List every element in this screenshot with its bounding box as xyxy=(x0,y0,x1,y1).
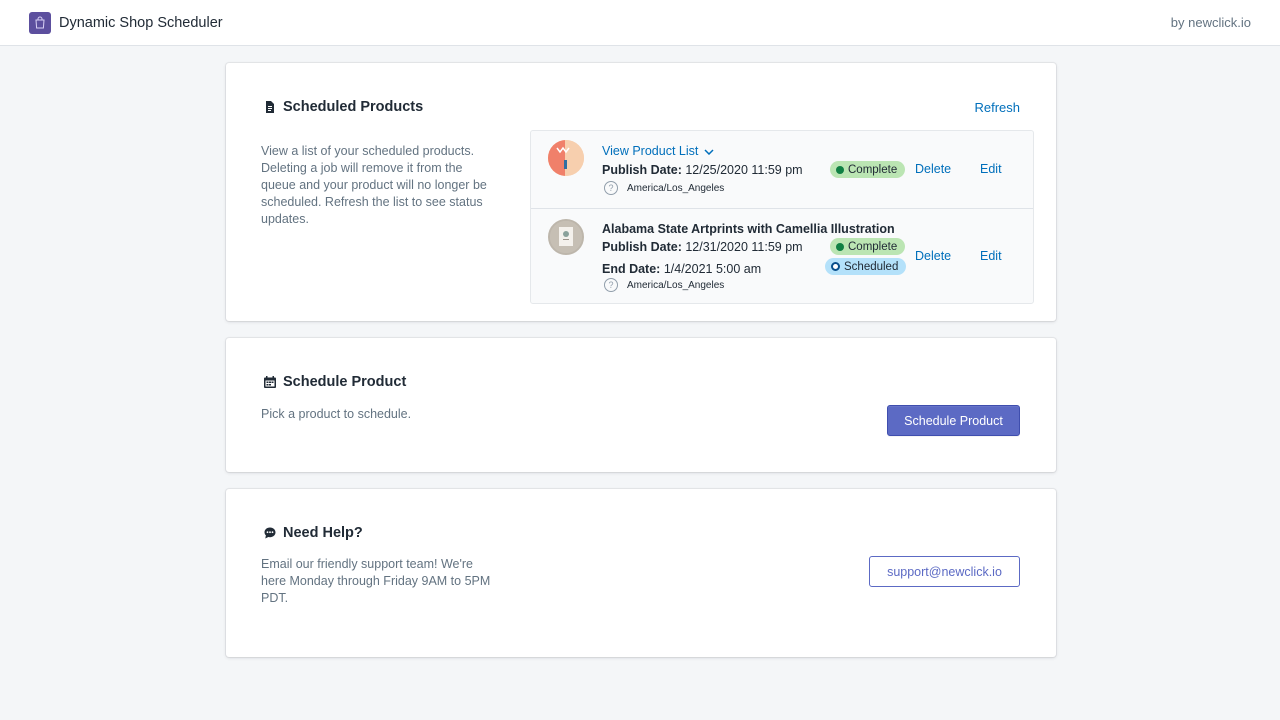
schedule-product-heading: Schedule Product xyxy=(264,374,406,390)
schedule-product-description: Pick a product to schedule. xyxy=(261,407,412,421)
status-badge-end: Scheduled xyxy=(825,258,907,275)
byline: by newclick.io xyxy=(1170,15,1251,30)
chat-bubble-icon xyxy=(264,527,276,539)
view-product-list-link[interactable]: View Product List xyxy=(602,144,714,158)
schedule-product-title: Schedule Product xyxy=(283,374,407,390)
publish-date: Publish Date: 12/31/2020 11:59 pm xyxy=(602,240,803,254)
status-dot-icon xyxy=(836,165,844,174)
publish-date-label: Publish Date: xyxy=(602,240,686,254)
publish-date-label: Publish Date: xyxy=(602,163,686,177)
timezone-value: America/Los_Angeles xyxy=(627,279,725,291)
delete-button[interactable]: Delete xyxy=(915,162,951,176)
support-email-button[interactable]: support@newclick.io xyxy=(869,556,1020,587)
chevron-down-icon xyxy=(704,144,714,158)
scheduled-products-list: View Product List Publish Date: 12/25/20… xyxy=(530,130,1034,304)
scheduled-products-heading: Scheduled Products xyxy=(264,99,423,115)
publish-date-value: 12/31/2020 11:59 pm xyxy=(685,240,803,254)
app-title: Dynamic Shop Scheduler xyxy=(59,14,223,31)
help-heading: Need Help? xyxy=(264,525,363,541)
status-badge-label: Scheduled xyxy=(844,260,899,273)
top-bar: Dynamic Shop Scheduler by newclick.io xyxy=(0,0,1280,46)
status-ring-icon xyxy=(831,262,840,271)
edit-button[interactable]: Edit xyxy=(980,249,1002,263)
status-badge-label: Complete xyxy=(848,163,898,176)
scheduled-products-description: View a list of your scheduled products. … xyxy=(261,144,487,226)
refresh-button[interactable]: Refresh xyxy=(974,100,1020,115)
product-title: Alabama State Artprints with Camellia Il… xyxy=(602,222,895,236)
question-mark-icon[interactable]: ? xyxy=(604,181,618,195)
question-mark-icon[interactable]: ? xyxy=(604,278,618,292)
timezone-value: America/Los_Angeles xyxy=(627,182,725,194)
status-dot-icon xyxy=(836,242,844,251)
product-thumbnail xyxy=(548,219,584,255)
status-badge-label: Complete xyxy=(848,240,898,253)
scheduled-products-title: Scheduled Products xyxy=(283,99,424,115)
timezone: ? America/Los_Angeles xyxy=(604,278,724,292)
publish-date-value: 12/25/2020 11:59 pm xyxy=(685,163,803,177)
calendar-icon xyxy=(264,376,276,388)
publish-date: Publish Date: 12/25/2020 11:59 pm xyxy=(602,163,803,177)
schedule-product-card: Schedule Product Pick a product to sched… xyxy=(226,338,1056,472)
timezone: ? America/Los_Angeles xyxy=(604,181,724,195)
end-date: End Date: 1/4/2021 5:00 am xyxy=(602,262,761,276)
scheduled-products-card: Scheduled Products View a list of your s… xyxy=(226,63,1056,321)
product-thumbnail xyxy=(548,140,584,176)
document-icon xyxy=(264,101,276,113)
schedule-product-button[interactable]: Schedule Product xyxy=(887,405,1020,436)
edit-button[interactable]: Edit xyxy=(980,162,1002,176)
list-item: View Product List Publish Date: 12/25/20… xyxy=(531,131,1033,209)
shopping-bag-icon xyxy=(29,11,51,34)
help-title: Need Help? xyxy=(283,525,363,541)
status-badge: Complete xyxy=(830,161,906,178)
end-date-label: End Date: xyxy=(602,262,664,276)
view-product-list-label: View Product List xyxy=(602,144,699,158)
end-date-value: 1/4/2021 5:00 am xyxy=(663,262,762,276)
status-badge-publish: Complete xyxy=(830,238,906,255)
help-card: Need Help? Email our friendly support te… xyxy=(226,489,1056,657)
list-item: Alabama State Artprints with Camellia Il… xyxy=(531,210,1033,304)
help-description: Email our friendly support team! We're h… xyxy=(261,557,491,605)
delete-button[interactable]: Delete xyxy=(915,249,951,263)
